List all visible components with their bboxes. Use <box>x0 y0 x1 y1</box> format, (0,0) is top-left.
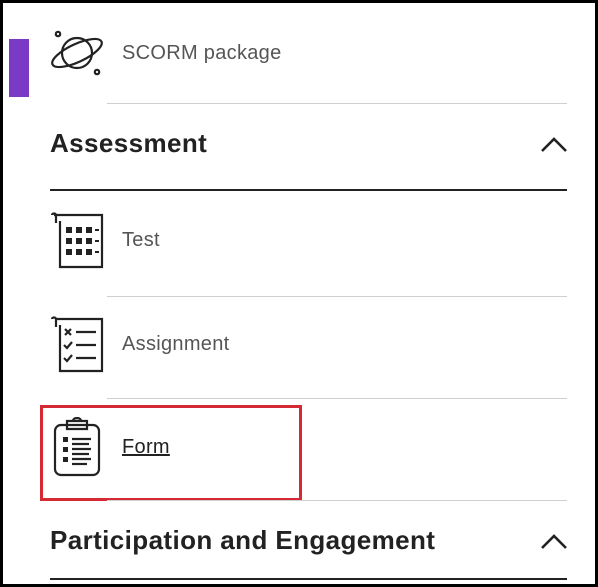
menu-item-label: Test <box>122 228 160 251</box>
divider <box>107 103 567 104</box>
section-title: Assessment <box>50 128 208 158</box>
menu-item-scorm-package[interactable]: SCORM package <box>47 23 567 83</box>
chevron-up-icon[interactable] <box>540 134 568 154</box>
divider <box>107 398 567 399</box>
section-title: Participation and Engagement <box>50 525 436 555</box>
menu-item-assignment[interactable]: Assignment <box>47 314 567 374</box>
divider <box>107 296 567 297</box>
section-header-participation[interactable]: Participation and Engagement <box>50 525 568 556</box>
side-accent-tab <box>9 39 29 97</box>
planet-icon <box>47 23 107 83</box>
section-header-assessment[interactable]: Assessment <box>50 128 568 159</box>
menu-item-test[interactable]: Test <box>47 210 567 270</box>
test-grid-icon <box>47 210 107 270</box>
content-panel: SCORM package Assessment Test Assignment… <box>0 0 598 587</box>
assignment-checklist-icon <box>47 314 107 374</box>
menu-item-label: SCORM package <box>122 41 282 64</box>
section-rule <box>50 578 567 580</box>
section-rule <box>50 189 567 191</box>
menu-item-label: Assignment <box>122 332 230 355</box>
divider <box>107 500 567 501</box>
highlight-box <box>40 405 302 501</box>
chevron-up-icon[interactable] <box>540 531 568 551</box>
